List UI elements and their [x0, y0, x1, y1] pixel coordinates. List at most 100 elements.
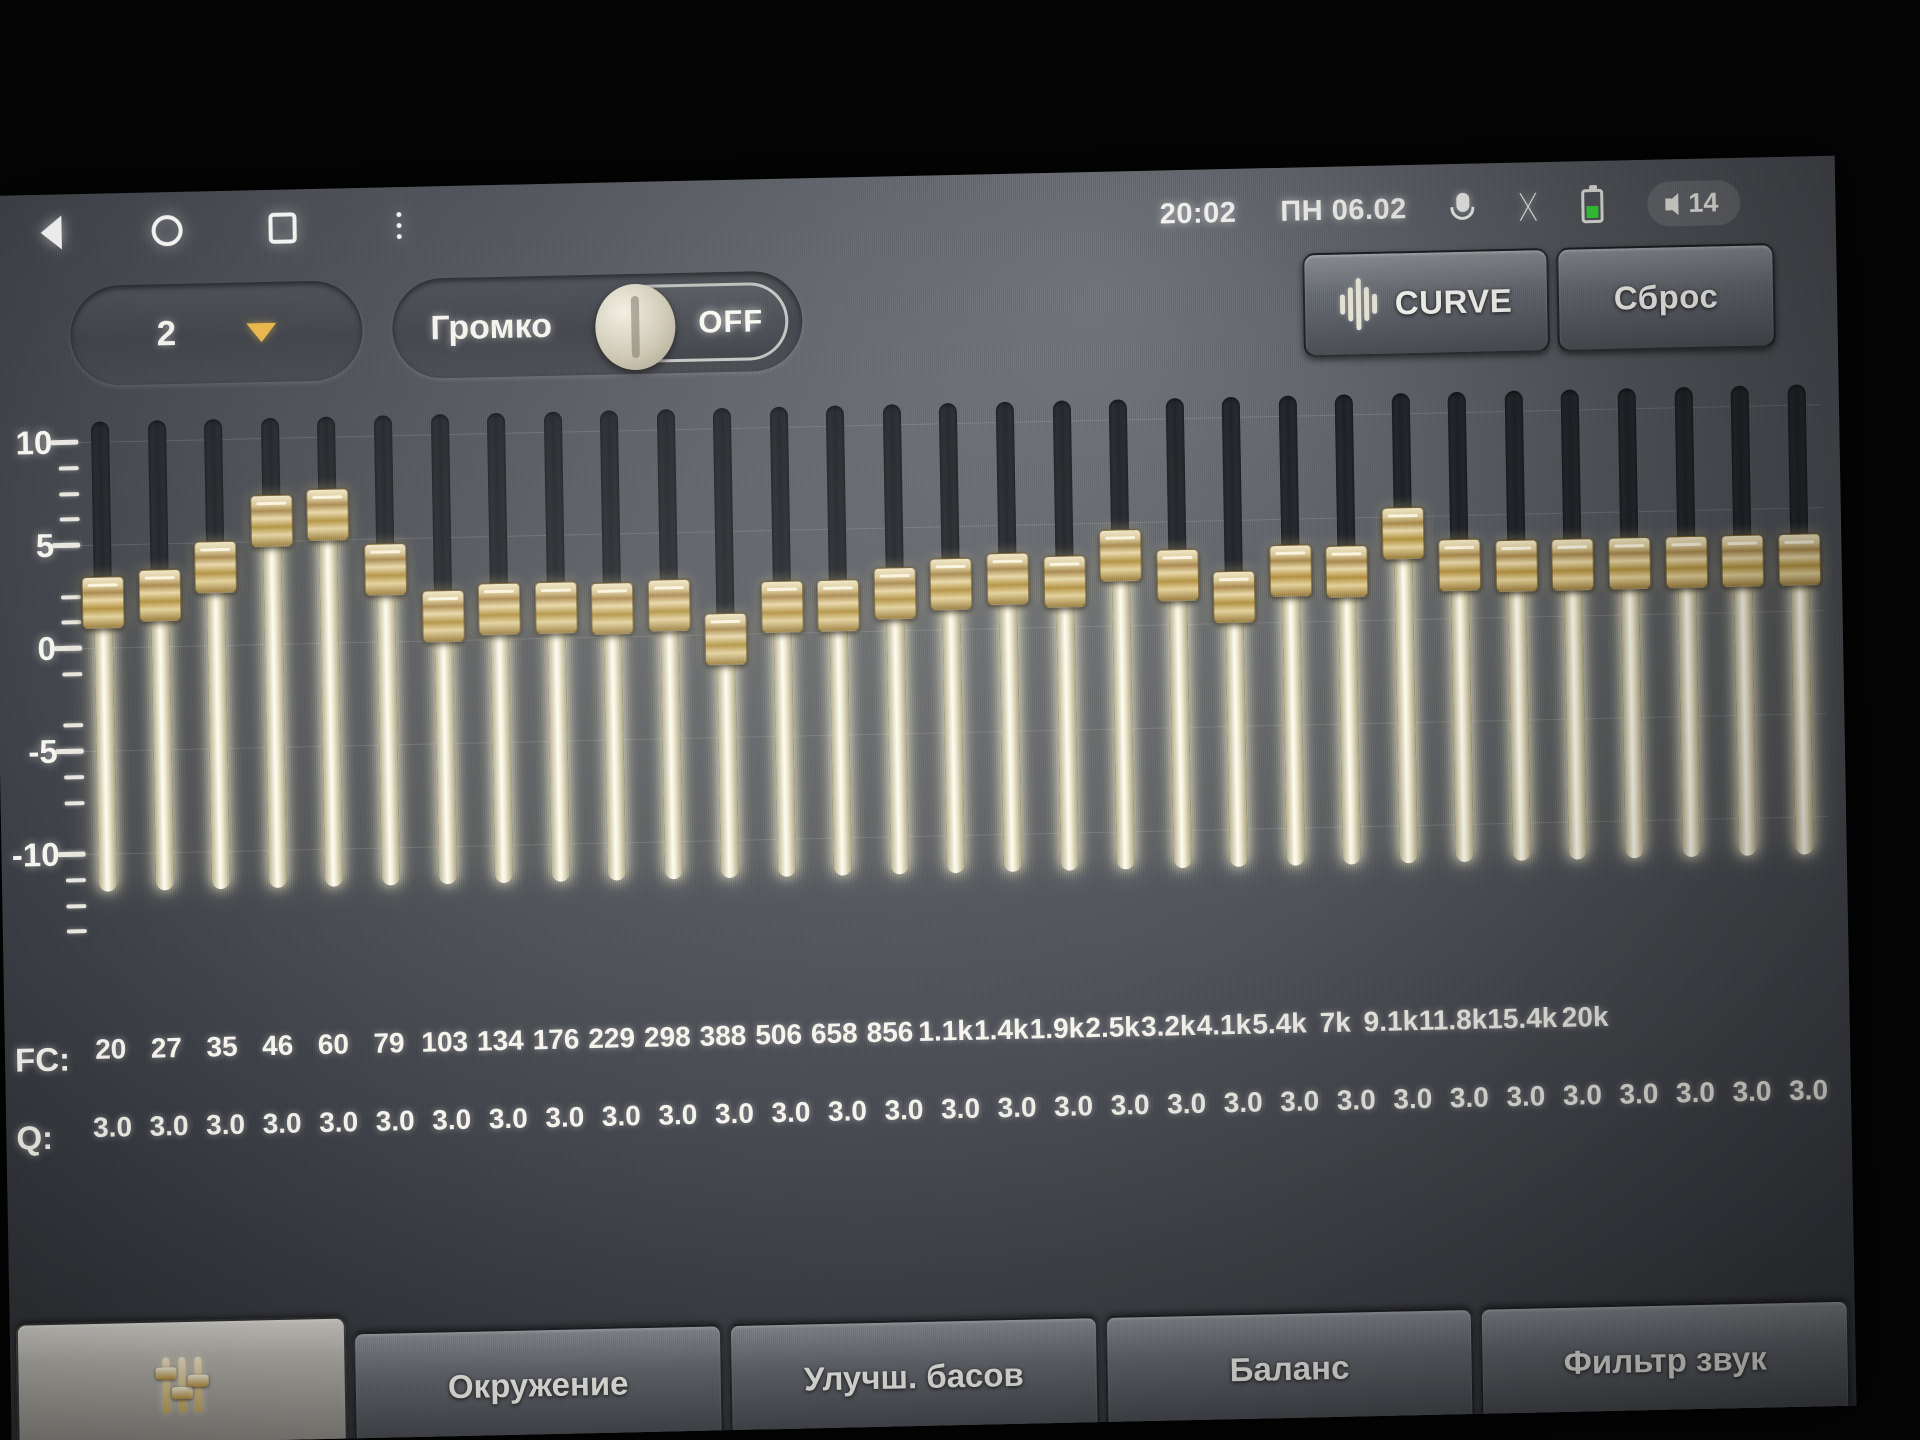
eq-fader[interactable]	[750, 406, 815, 877]
tab-equalizer[interactable]	[15, 1316, 348, 1440]
eq-fader[interactable]	[694, 407, 759, 879]
eq-fader[interactable]	[72, 421, 137, 892]
fader-knob[interactable]	[1664, 535, 1708, 589]
eq-fader[interactable]	[468, 412, 533, 884]
eq-fader[interactable]	[1372, 393, 1437, 864]
q-value: 3.0	[940, 1092, 981, 1125]
fc-value: 388	[699, 1019, 747, 1052]
fader-knob[interactable]	[81, 576, 125, 630]
fader-knob[interactable]	[1325, 545, 1369, 598]
fader-knob[interactable]	[1381, 506, 1425, 560]
fader-knob[interactable]	[194, 540, 238, 594]
fader-knob[interactable]	[477, 582, 521, 636]
eq-fader[interactable]	[1598, 388, 1663, 859]
eq-fader[interactable]	[242, 417, 307, 889]
back-icon[interactable]	[30, 212, 71, 253]
fader-knob[interactable]	[1721, 534, 1765, 588]
fader-knob[interactable]	[986, 552, 1030, 606]
tab-bass-boost[interactable]: Улучш. басов	[728, 1316, 1100, 1437]
fader-knob[interactable]	[250, 493, 294, 547]
tab-sound-filter[interactable]: Фильтр звук	[1479, 1299, 1851, 1420]
fc-value	[1780, 996, 1836, 1029]
q-value: 3.0	[431, 1103, 472, 1136]
curve-button[interactable]: CURVE	[1302, 248, 1550, 358]
fader-knob[interactable]	[364, 543, 408, 597]
home-icon[interactable]	[146, 210, 187, 251]
fader-level	[1564, 564, 1588, 860]
overflow-menu-icon[interactable]	[378, 205, 419, 246]
q-value: 3.0	[262, 1107, 302, 1140]
reset-button[interactable]: Сброс	[1556, 243, 1776, 352]
fader-knob[interactable]	[1155, 548, 1199, 602]
loudness-control[interactable]: Громко OFF	[391, 270, 804, 380]
eq-fader[interactable]	[1033, 400, 1098, 871]
fader-knob[interactable]	[1043, 555, 1086, 609]
fader-level	[150, 595, 174, 891]
eq-fader[interactable]	[1655, 386, 1720, 858]
fader-knob[interactable]	[873, 567, 917, 621]
eq-fader[interactable]	[298, 416, 363, 887]
fader-level	[1338, 571, 1362, 865]
eq-fader[interactable]	[1146, 398, 1211, 869]
eq-fader[interactable]	[637, 409, 702, 880]
fader-knob[interactable]	[534, 580, 578, 634]
fader-knob[interactable]	[421, 589, 465, 643]
fader-knob[interactable]	[1438, 538, 1482, 592]
top-control-row: 2 Громко OFF CURVE Сброс	[0, 243, 1838, 398]
loudness-toggle[interactable]: OFF	[594, 281, 789, 371]
eq-fader[interactable]	[1768, 384, 1833, 855]
eq-fader[interactable]	[355, 415, 420, 886]
volume-icon	[1665, 192, 1679, 215]
tab-balance[interactable]: Баланс	[1104, 1307, 1475, 1428]
eq-fader[interactable]	[1259, 395, 1324, 866]
recents-icon[interactable]	[262, 207, 303, 248]
microphone-icon[interactable]	[1450, 192, 1475, 225]
fader-knob[interactable]	[817, 578, 861, 632]
eq-fader[interactable]	[1316, 394, 1381, 865]
preset-dropdown[interactable]: 2	[69, 279, 364, 387]
fader-knob[interactable]	[306, 488, 350, 542]
fader-level	[603, 608, 627, 881]
clock-date: ПН 06.02	[1280, 193, 1408, 228]
reset-button-label: Сброс	[1613, 277, 1719, 317]
eq-fader[interactable]	[128, 420, 193, 891]
fader-knob[interactable]	[929, 557, 973, 611]
fader-knob[interactable]	[647, 578, 691, 632]
tab-surround[interactable]: Окружение	[352, 1324, 724, 1440]
fader-knob[interactable]	[591, 581, 634, 635]
eq-fader[interactable]	[411, 414, 476, 885]
volume-indicator[interactable]: 14	[1646, 179, 1741, 227]
fader-knob[interactable]	[1269, 544, 1312, 598]
fader-level	[998, 578, 1022, 873]
fader-knob[interactable]	[1099, 529, 1142, 583]
fader-level	[262, 520, 288, 889]
eq-fader[interactable]	[185, 418, 250, 890]
eq-fader[interactable]	[1542, 389, 1607, 860]
eq-fader[interactable]	[920, 402, 985, 874]
eq-fader[interactable]	[976, 401, 1041, 873]
eq-fader[interactable]	[524, 411, 589, 882]
fader-level	[433, 615, 457, 885]
chevron-down-icon	[245, 322, 277, 342]
eq-fader[interactable]	[1429, 391, 1494, 863]
eq-fader[interactable]	[1203, 396, 1268, 868]
fader-level	[94, 602, 118, 892]
eq-fader[interactable]	[1485, 390, 1550, 861]
fader-knob[interactable]	[1495, 539, 1539, 593]
eq-fader[interactable]	[807, 405, 872, 876]
fc-value: 79	[373, 1027, 405, 1059]
fader-knob[interactable]	[1212, 570, 1256, 624]
fader-knob[interactable]	[760, 580, 804, 634]
fader-knob[interactable]	[1608, 536, 1652, 590]
eq-fader[interactable]	[863, 404, 928, 875]
eq-fader[interactable]	[581, 410, 646, 881]
eq-fader[interactable]	[1711, 385, 1776, 857]
fader-knob[interactable]	[1777, 533, 1821, 587]
eq-fader[interactable]	[1090, 399, 1155, 870]
fader-knob[interactable]	[1551, 538, 1595, 591]
tab-label: Фильтр звук	[1563, 1339, 1767, 1381]
fader-knob[interactable]	[138, 568, 182, 622]
q-value: 3.0	[1166, 1087, 1207, 1120]
fader-knob[interactable]	[704, 612, 748, 666]
bluetooth-icon[interactable]: ᚷ	[1518, 189, 1537, 224]
